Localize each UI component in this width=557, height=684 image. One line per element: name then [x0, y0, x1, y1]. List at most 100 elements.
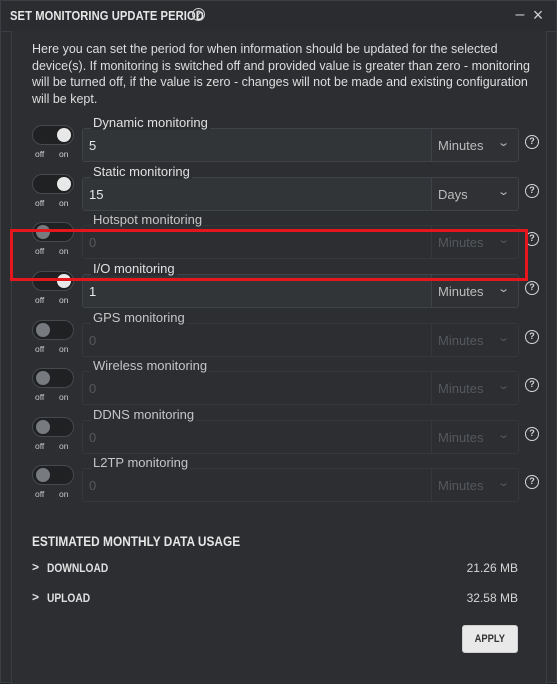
- description-text: Here you can set the period for when inf…: [32, 42, 530, 106]
- monitor-row: off on L2TP monitoring 0 Minutes ⌄?: [32, 455, 539, 502]
- toggle-on-label: on: [59, 295, 69, 305]
- minimize-button[interactable]: –: [512, 5, 528, 25]
- dialog-body: Here you can set the period for when inf…: [11, 31, 547, 684]
- dialog-title: SET MONITORING UPDATE PERIOD: [10, 8, 204, 23]
- monitor-name: I/O monitoring: [91, 261, 177, 276]
- unit-select: Minutes: [438, 478, 484, 493]
- chevron-down-icon: ⌄: [497, 137, 511, 149]
- toggle-knob: [36, 323, 50, 337]
- question-circle-icon[interactable]: ?: [192, 8, 205, 21]
- period-input[interactable]: [83, 178, 432, 210]
- monitor-row: off on DDNS monitoring 0 Minutes ⌄?: [32, 407, 539, 454]
- monitor-name: Dynamic monitoring: [91, 115, 210, 130]
- chevron-down-icon: ⌄: [497, 283, 511, 295]
- period-value: 1: [89, 284, 97, 299]
- question-circle-icon[interactable]: ?: [525, 378, 539, 392]
- download-row[interactable]: > DOWNLOAD 21.26 MB: [32, 560, 518, 578]
- apply-button[interactable]: APPLY: [462, 625, 518, 653]
- monitor-name: L2TP monitoring: [91, 455, 191, 470]
- unit-select[interactable]: Minutes: [438, 284, 484, 299]
- chevron-down-icon: ⌄: [497, 380, 511, 392]
- period-value: 0: [89, 478, 97, 493]
- monitor-toggle[interactable]: [32, 465, 74, 485]
- unit-select: Minutes: [438, 430, 484, 445]
- toggle-off-label: off: [35, 392, 45, 402]
- period-input: [83, 226, 432, 258]
- unit-select[interactable]: Minutes: [438, 138, 484, 153]
- question-circle-icon[interactable]: ?: [525, 427, 539, 441]
- question-circle-icon[interactable]: ?: [525, 475, 539, 489]
- chevron-down-icon: ⌄: [497, 429, 511, 441]
- dialog-titlebar: SET MONITORING UPDATE PERIOD ? – ×: [1, 1, 556, 32]
- toggle-knob: [36, 371, 50, 385]
- monitor-row: off on Static monitoring 15 Days ⌄?: [32, 164, 539, 211]
- monitor-row: off on I/O monitoring 1 Minutes ⌄?: [32, 261, 539, 308]
- toggle-knob: [36, 420, 50, 434]
- toggle-off-label: off: [35, 149, 45, 159]
- question-circle-icon[interactable]: ?: [525, 184, 539, 198]
- toggle-off-label: off: [35, 489, 45, 499]
- monitor-name: DDNS monitoring: [91, 407, 197, 422]
- period-input: [83, 372, 432, 404]
- toggle-on-label: on: [59, 489, 69, 499]
- toggle-on-label: on: [59, 198, 69, 208]
- toggle-off-label: off: [35, 441, 45, 451]
- usage-section-title: ESTIMATED MONTHLY DATA USAGE: [32, 534, 241, 549]
- toggle-off-label: off: [35, 295, 45, 305]
- period-value: 15: [89, 187, 104, 202]
- monitor-name: GPS monitoring: [91, 310, 187, 325]
- toggle-on-label: on: [59, 344, 69, 354]
- monitor-toggle[interactable]: [32, 271, 74, 291]
- close-button[interactable]: ×: [530, 5, 546, 25]
- upload-label: UPLOAD: [47, 591, 91, 605]
- monitor-row: off on Dynamic monitoring 5 Minutes ⌄?: [32, 115, 539, 162]
- monitor-toggle[interactable]: [32, 417, 74, 437]
- toggle-on-label: on: [59, 246, 69, 256]
- monitor-row: off on Hotspot monitoring 0 Minutes ⌄?: [32, 212, 539, 259]
- upload-row[interactable]: > UPLOAD 32.58 MB: [32, 590, 518, 608]
- period-input: [83, 324, 432, 356]
- monitor-toggle[interactable]: [32, 368, 74, 388]
- period-value: 0: [89, 430, 97, 445]
- monitor-toggle[interactable]: [32, 174, 74, 194]
- question-circle-icon[interactable]: ?: [525, 135, 539, 149]
- period-input[interactable]: [83, 275, 432, 307]
- unit-select[interactable]: Days: [438, 187, 468, 202]
- question-circle-icon[interactable]: ?: [525, 281, 539, 295]
- chevron-down-icon: ⌄: [497, 234, 511, 246]
- unit-select: Minutes: [438, 381, 484, 396]
- chevron-right-icon: >: [32, 590, 40, 604]
- apply-button-label: APPLY: [474, 633, 506, 645]
- toggle-knob: [57, 177, 71, 191]
- monitor-row: off on Wireless monitoring 0 Minutes ⌄?: [32, 358, 539, 405]
- chevron-right-icon: >: [32, 560, 40, 574]
- period-value: 0: [89, 333, 97, 348]
- question-circle-icon[interactable]: ?: [525, 330, 539, 344]
- toggle-knob: [57, 274, 71, 288]
- toggle-knob: [57, 128, 71, 142]
- toggle-off-label: off: [35, 344, 45, 354]
- toggle-off-label: off: [35, 198, 45, 208]
- period-input: [83, 421, 432, 453]
- monitor-toggle[interactable]: [32, 125, 74, 145]
- toggle-on-label: on: [59, 441, 69, 451]
- period-input[interactable]: [83, 129, 432, 161]
- unit-select: Minutes: [438, 235, 484, 250]
- monitoring-dialog: SET MONITORING UPDATE PERIOD ? – × Here …: [0, 0, 557, 684]
- monitor-row: off on GPS monitoring 0 Minutes ⌄?: [32, 310, 539, 357]
- period-value: 0: [89, 381, 97, 396]
- monitor-name: Hotspot monitoring: [91, 212, 205, 227]
- period-value: 5: [89, 138, 97, 153]
- monitor-toggle[interactable]: [32, 222, 74, 242]
- download-label: DOWNLOAD: [47, 561, 109, 575]
- question-circle-icon[interactable]: ?: [525, 232, 539, 246]
- toggle-knob: [36, 468, 50, 482]
- monitor-toggle[interactable]: [32, 320, 74, 340]
- chevron-down-icon: ⌄: [497, 477, 511, 489]
- monitor-name: Wireless monitoring: [91, 358, 210, 373]
- toggle-on-label: on: [59, 149, 69, 159]
- download-amount: 21.26 MB: [466, 561, 518, 575]
- toggle-on-label: on: [59, 392, 69, 402]
- unit-select: Minutes: [438, 333, 484, 348]
- chevron-down-icon: ⌄: [497, 186, 511, 198]
